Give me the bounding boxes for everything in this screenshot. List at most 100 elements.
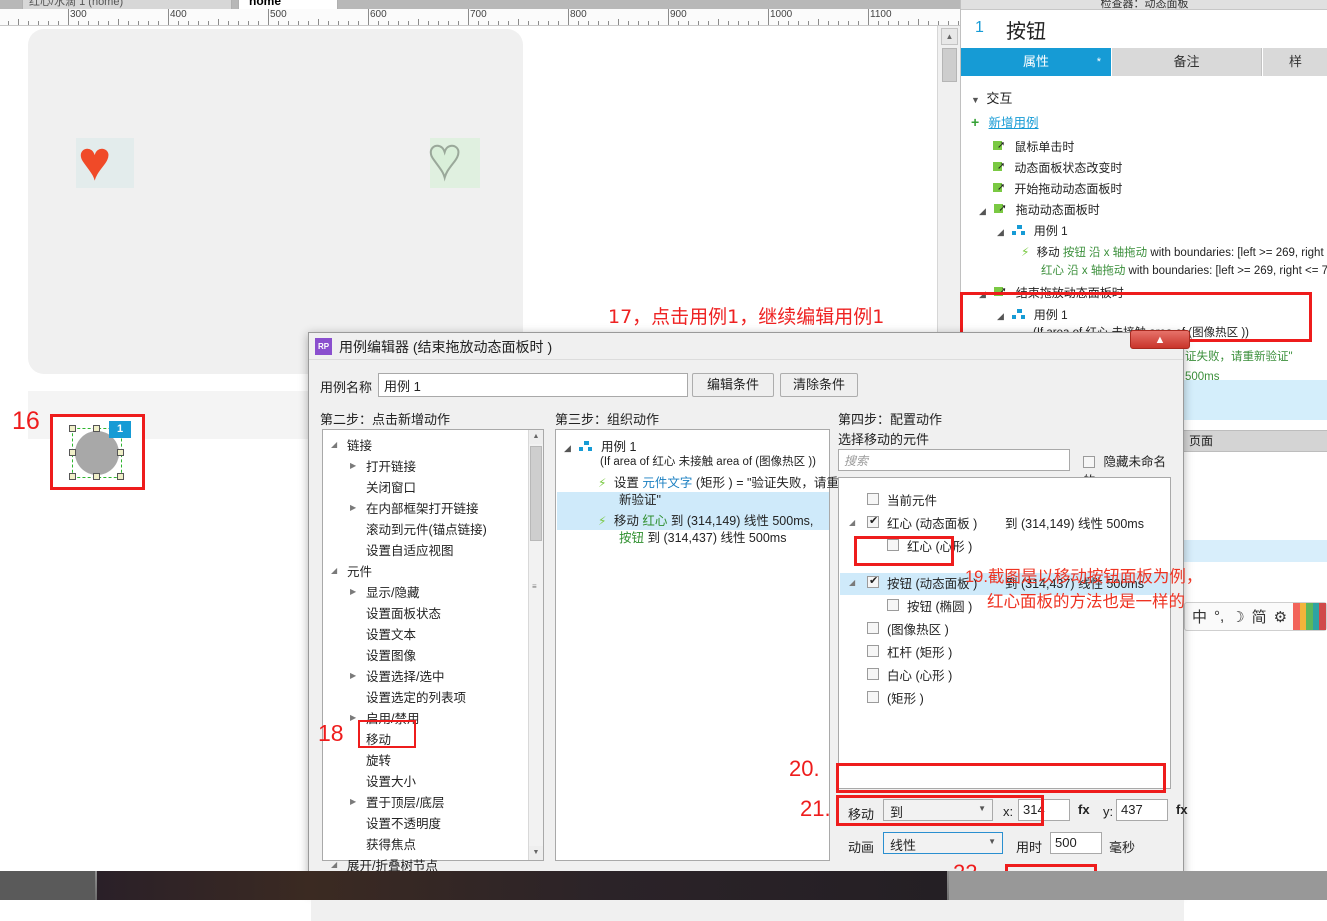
tab-properties[interactable]: 属性 * xyxy=(961,48,1111,76)
tree-node-show-hide[interactable]: 显示/隐藏 xyxy=(366,582,419,601)
scroll-down-arrow[interactable]: ▼ xyxy=(529,846,543,860)
widget-button-panel[interactable]: 按钮 (动态面板 ) xyxy=(887,573,977,592)
edit-condition-button[interactable]: 编辑条件 xyxy=(692,373,774,397)
ime-simplified-mode[interactable]: 简 xyxy=(1252,606,1267,627)
ime-moon-icon[interactable]: ☽ xyxy=(1231,608,1244,626)
tree-collapse-icon[interactable]: ▶ xyxy=(350,461,356,470)
tree-node-set-selected[interactable]: 设置选择/选中 xyxy=(366,666,444,685)
widget-lever-rect[interactable]: 杠杆 (矩形 ) xyxy=(887,642,952,661)
tab-hongxin-shuidi[interactable]: 红心/水滴 1 (home) xyxy=(22,0,232,9)
tree-node-set-size[interactable]: 设置大小 xyxy=(366,771,416,790)
tree-node-set-text[interactable]: 设置文本 xyxy=(366,624,416,643)
widget-red-heart-panel[interactable]: 红心 (动态面板 ) xyxy=(887,513,977,532)
tree-expand-icon[interactable]: ◢ xyxy=(331,566,337,575)
widget-red-heart-panel-detail: 到 (314,149) 线性 500ms xyxy=(1005,517,1144,531)
widget-image-hotspot[interactable]: (图像热区 ) xyxy=(887,619,949,638)
y-label: y: xyxy=(1103,804,1114,819)
tree-expand-icon[interactable]: ◢ xyxy=(331,440,337,449)
resize-handle-n[interactable] xyxy=(93,425,100,432)
resize-handle-s[interactable] xyxy=(93,473,100,480)
event-drag-start[interactable]: ➚ 开始拖动动态面板时 xyxy=(993,180,1122,197)
animation-select[interactable]: 线性 ▼ xyxy=(883,832,1003,854)
case-name-input[interactable]: 用例 1 xyxy=(378,373,688,397)
widget-current[interactable]: 当前元件 xyxy=(887,490,937,509)
tab-styles[interactable]: 样 xyxy=(1263,48,1327,76)
canvas-scroll-thumb[interactable] xyxy=(942,48,957,82)
tree-node-set-adaptive-view[interactable]: 设置自适应视图 xyxy=(366,540,454,559)
tree-node-close-window[interactable]: 关闭窗口 xyxy=(366,477,416,496)
widget-white-heart[interactable]: 白心 (心形 ) xyxy=(887,665,952,684)
fx-y-button[interactable]: fx xyxy=(1176,802,1188,817)
dialog-close-button[interactable]: ▲ xyxy=(1130,330,1190,349)
event-mouse-click[interactable]: ➚ 鼠标单击时 xyxy=(993,138,1074,155)
widget-checkbox-list[interactable]: 当前元件 ◢ 红心 (动态面板 ) 到 (314,149) 线性 500ms 红… xyxy=(838,477,1171,789)
tree-expand-icon[interactable]: ◢ xyxy=(849,578,855,587)
tree-node-rotate[interactable]: 旋转 xyxy=(366,750,391,769)
tree-expand-icon[interactable]: ◢ xyxy=(849,518,855,527)
checkbox-button-panel[interactable] xyxy=(867,574,879,588)
fx-x-button[interactable]: fx xyxy=(1078,802,1090,817)
scroll-up-arrow[interactable]: ▲ xyxy=(529,430,543,444)
drag-action-verb: 移动 xyxy=(1036,247,1060,259)
tab-notes[interactable]: 备注 xyxy=(1112,48,1262,76)
tree-node-widgets[interactable]: 元件 xyxy=(347,561,372,580)
y-input[interactable]: 437 xyxy=(1116,799,1168,821)
tree-node-bring-front-back[interactable]: 置于顶层/底层 xyxy=(366,792,444,811)
green-heart-panel[interactable]: ♥ xyxy=(427,129,480,188)
checkbox-button-ellipse[interactable] xyxy=(887,599,899,611)
tree-node-open-link[interactable]: 打开链接 xyxy=(366,456,416,475)
ime-punctuation-mode[interactable]: °, xyxy=(1214,608,1224,625)
resize-handle-sw[interactable] xyxy=(69,473,76,480)
tree-collapse-icon[interactable]: ▶ xyxy=(350,671,356,680)
checkbox-lever-rect[interactable] xyxy=(867,645,879,657)
hide-unnamed-checkbox[interactable] xyxy=(1083,456,1095,468)
widget-rect[interactable]: (矩形 ) xyxy=(887,688,924,707)
event-dragging[interactable]: ◢ ➚ 拖动动态面板时 xyxy=(979,201,1100,218)
widget-search-input[interactable]: 搜索 xyxy=(838,449,1070,471)
resize-handle-nw[interactable] xyxy=(69,425,76,432)
tree-expand-icon[interactable]: ◢ xyxy=(331,860,337,869)
red-heart-panel[interactable]: ♥ xyxy=(76,133,134,189)
add-case-row[interactable]: + 新增用例 xyxy=(971,112,1039,131)
tree-node-set-opacity[interactable]: 设置不透明度 xyxy=(366,813,441,832)
tree-node-scroll-to-widget[interactable]: 滚动到元件(锚点链接) xyxy=(366,519,487,538)
checkbox-rect[interactable] xyxy=(867,691,879,703)
checkbox-white-heart[interactable] xyxy=(867,668,879,680)
resize-handle-e[interactable] xyxy=(117,449,124,456)
interactions-section-header[interactable]: ▼ 交互 xyxy=(971,88,1012,107)
drag-case-row[interactable]: ◢ 用例 1 xyxy=(997,222,1068,239)
tree-node-links[interactable]: 链接 xyxy=(347,435,372,454)
action-tree-scroll-thumb[interactable] xyxy=(530,446,542,541)
checkbox-red-heart-panel[interactable] xyxy=(867,514,879,528)
tree-node-set-focus[interactable]: 获得焦点 xyxy=(366,834,416,853)
scroll-up-arrow[interactable]: ▲ xyxy=(941,28,958,45)
tree-node-set-panel-state[interactable]: 设置面板状态 xyxy=(366,603,441,622)
tree-collapse-icon[interactable]: ▶ xyxy=(350,587,356,596)
ruler-minor-tick xyxy=(328,21,329,25)
tree-collapse-icon[interactable]: ▶ xyxy=(350,503,356,512)
widget-button-ellipse[interactable]: 按钮 (椭圆 ) xyxy=(907,596,972,615)
tab-home[interactable]: home xyxy=(238,0,338,9)
ruler-minor-tick xyxy=(648,21,649,25)
action-tree-scrollbar[interactable]: ▲ ≡ ▼ xyxy=(528,430,543,860)
ruler-label: 1000 xyxy=(770,9,793,20)
ruler-minor-tick xyxy=(578,21,579,25)
action-type-tree[interactable]: ◢ 链接 ▶ 打开链接 关闭窗口 ▶ 在内部框架打开链接 滚动到元件(锚点链接)… xyxy=(322,429,544,873)
tree-node-set-image[interactable]: 设置图像 xyxy=(366,645,416,664)
tree-node-set-list-selection[interactable]: 设置选定的列表项 xyxy=(366,687,466,706)
tree-node-open-in-frame[interactable]: 在内部框架打开链接 xyxy=(366,498,479,517)
checkbox-current-widget[interactable] xyxy=(867,493,879,505)
duration-input[interactable]: 500 xyxy=(1050,832,1102,854)
tree-collapse-icon[interactable]: ▶ xyxy=(350,713,356,722)
tree-collapse-icon[interactable]: ▶ xyxy=(350,797,356,806)
checkbox-image-hotspot[interactable] xyxy=(867,622,879,634)
clear-condition-button[interactable]: 清除条件 xyxy=(780,373,858,397)
resize-handle-se[interactable] xyxy=(117,473,124,480)
add-case-link[interactable]: 新增用例 xyxy=(989,116,1039,130)
organize-actions-list[interactable]: ◢ 用例 1 (If area of 红心 未接触 area of (图像热区 … xyxy=(555,429,839,861)
ime-language-bar[interactable]: 中 °, ☽ 简 ⚙ xyxy=(1184,602,1327,631)
event-panel-state-change[interactable]: ➚ 动态面板状态改变时 xyxy=(993,159,1122,176)
resize-handle-w[interactable] xyxy=(69,449,76,456)
ime-swatch-4 xyxy=(1312,603,1320,630)
ime-settings-gear-icon[interactable]: ⚙ xyxy=(1274,608,1287,626)
